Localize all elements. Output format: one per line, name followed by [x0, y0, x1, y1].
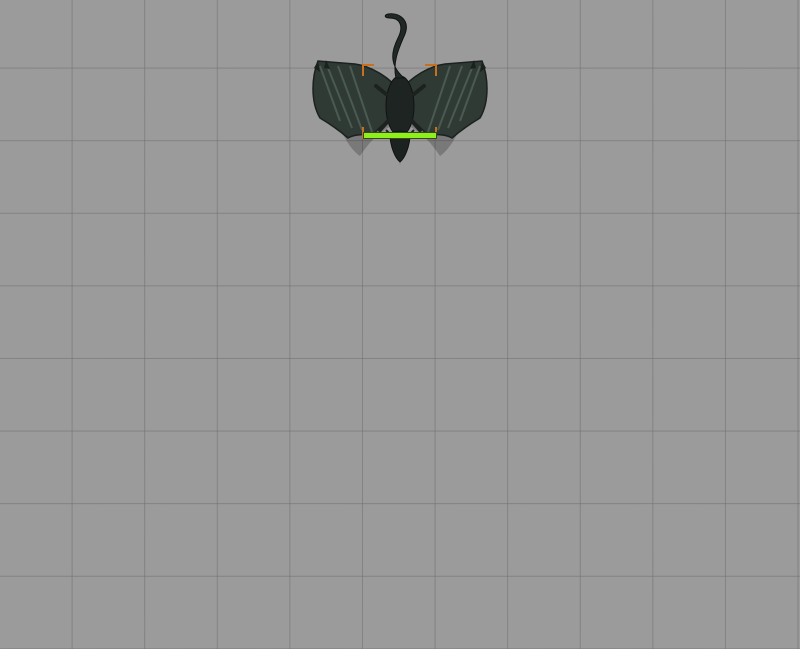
selection-box — [362, 64, 437, 139]
health-bar — [363, 132, 437, 139]
selection-corner — [425, 64, 437, 76]
selection-corner — [362, 64, 374, 76]
battle-map-grid[interactable] — [0, 0, 800, 649]
dragon-token[interactable] — [300, 6, 500, 171]
health-bar-fill — [364, 133, 436, 138]
